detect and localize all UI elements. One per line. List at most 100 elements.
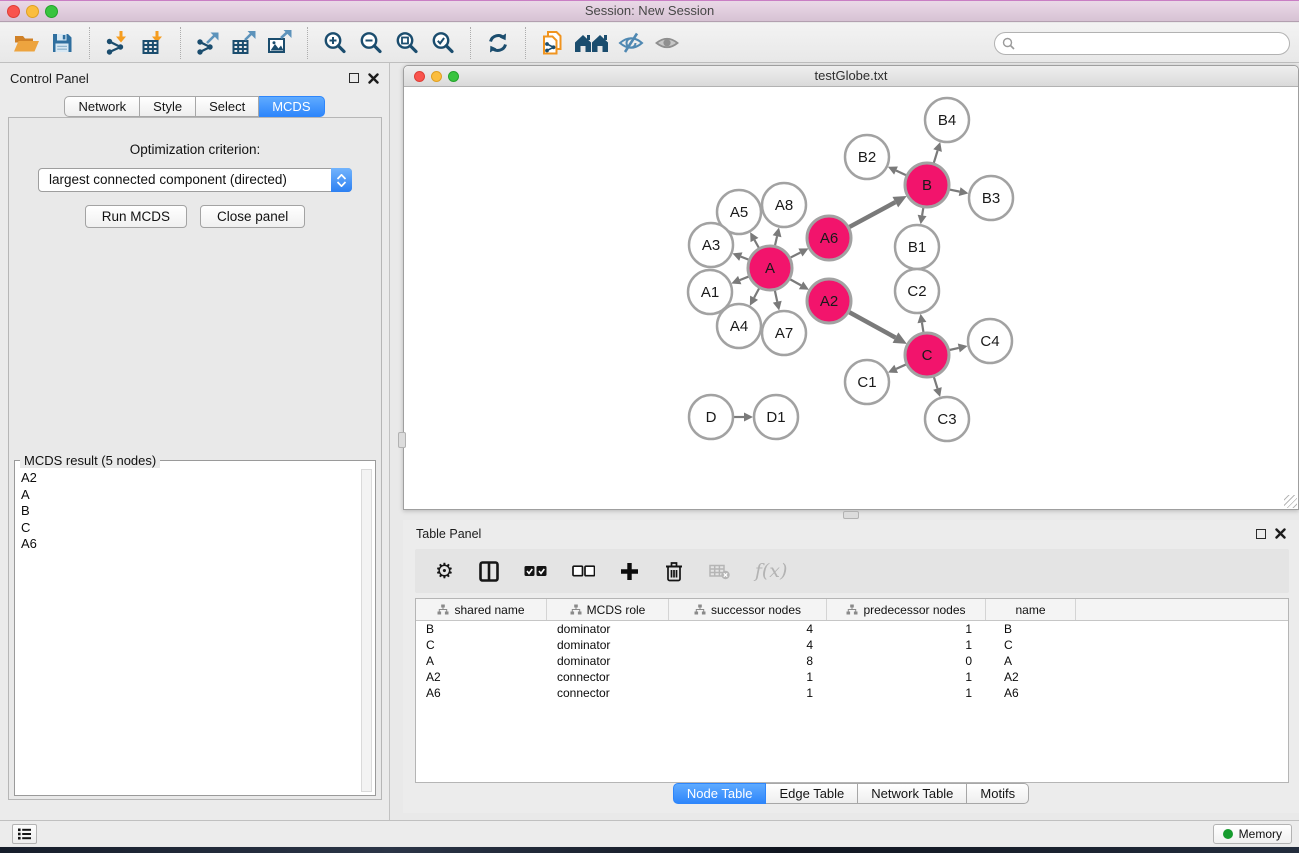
search-input[interactable]: [1019, 37, 1289, 51]
tab-mcds[interactable]: MCDS: [259, 96, 324, 117]
tab-network[interactable]: Network: [64, 96, 140, 117]
result-scrollbar[interactable]: [361, 469, 372, 792]
graph-node-A2[interactable]: A2: [807, 279, 851, 323]
cell-MCDS-role[interactable]: dominator: [547, 637, 669, 653]
mcds-result-item[interactable]: A: [18, 487, 359, 504]
zoom-fit-button[interactable]: [389, 26, 425, 60]
import-table-button[interactable]: [135, 26, 171, 60]
cell-successor-nodes[interactable]: 1: [669, 669, 827, 685]
graph-node-A6[interactable]: A6: [807, 216, 851, 260]
column-settings-button[interactable]: ⚙: [435, 561, 454, 582]
float-panel-icon[interactable]: [349, 73, 359, 83]
column-header-predecessor-nodes[interactable]: predecessor nodes: [827, 599, 986, 620]
network-window-titlebar[interactable]: testGlobe.txt: [404, 66, 1298, 87]
cell-predecessor-nodes[interactable]: 1: [827, 669, 986, 685]
column-header-MCDS-role[interactable]: MCDS role: [547, 599, 669, 620]
graph-node-B[interactable]: B: [905, 163, 949, 207]
column-header-successor-nodes[interactable]: successor nodes: [669, 599, 827, 620]
table-row[interactable]: Cdominator41C: [416, 637, 1288, 653]
cell-MCDS-role[interactable]: dominator: [547, 653, 669, 669]
cell-shared-name[interactable]: B: [416, 621, 547, 637]
network-canvas[interactable]: B4B2BB3A8A5A6A3B1AC2A1A2A4A7C4CC1C3DD1: [404, 88, 1297, 510]
splitter-handle-horizontal[interactable]: [843, 511, 859, 519]
cell-MCDS-role[interactable]: connector: [547, 669, 669, 685]
graph-node-B2[interactable]: B2: [845, 135, 889, 179]
window-resize-grip[interactable]: [1284, 495, 1297, 508]
tab-select[interactable]: Select: [196, 96, 259, 117]
tab-style[interactable]: Style: [140, 96, 196, 117]
graph-node-B1[interactable]: B1: [895, 225, 939, 269]
cell-name[interactable]: C: [986, 637, 1076, 653]
tab-edge-table[interactable]: Edge Table: [766, 783, 858, 804]
graph-node-D1[interactable]: D1: [754, 395, 798, 439]
zoom-selected-button[interactable]: [425, 26, 461, 60]
mcds-result-item[interactable]: A2: [18, 470, 359, 487]
tab-node-table[interactable]: Node Table: [673, 783, 767, 804]
network-close-button[interactable]: [414, 71, 425, 82]
cell-shared-name[interactable]: A2: [416, 669, 547, 685]
table-row[interactable]: Bdominator41B: [416, 621, 1288, 637]
graph-node-C3[interactable]: C3: [925, 397, 969, 441]
cell-successor-nodes[interactable]: 8: [669, 653, 827, 669]
cell-successor-nodes[interactable]: 4: [669, 621, 827, 637]
run-mcds-button[interactable]: Run MCDS: [85, 205, 187, 228]
cell-successor-nodes[interactable]: 1: [669, 685, 827, 701]
cell-name[interactable]: B: [986, 621, 1076, 637]
export-network-button[interactable]: [190, 26, 226, 60]
graph-node-A3[interactable]: A3: [689, 223, 733, 267]
cell-MCDS-role[interactable]: connector: [547, 685, 669, 701]
export-table-button[interactable]: [226, 26, 262, 60]
graph-node-C1[interactable]: C1: [845, 360, 889, 404]
cell-MCDS-role[interactable]: dominator: [547, 621, 669, 637]
tab-network-table[interactable]: Network Table: [858, 783, 967, 804]
column-header-shared-name[interactable]: shared name: [416, 599, 547, 620]
open-file-button[interactable]: [8, 26, 44, 60]
deselect-all-columns-button[interactable]: [572, 565, 595, 577]
save-session-button[interactable]: [44, 26, 80, 60]
new-network-from-selection-button[interactable]: [535, 26, 571, 60]
zoom-in-button[interactable]: [317, 26, 353, 60]
select-all-columns-button[interactable]: [524, 565, 547, 577]
column-header-name[interactable]: name: [986, 599, 1076, 620]
mcds-result-item[interactable]: A6: [18, 536, 359, 553]
cell-name[interactable]: A: [986, 653, 1076, 669]
cell-predecessor-nodes[interactable]: 1: [827, 637, 986, 653]
cell-name[interactable]: A2: [986, 669, 1076, 685]
table-row[interactable]: Adominator80A: [416, 653, 1288, 669]
graph-node-B3[interactable]: B3: [969, 176, 1013, 220]
table-row[interactable]: A6connector11A6: [416, 685, 1288, 701]
graph-node-A4[interactable]: A4: [717, 304, 761, 348]
export-image-button[interactable]: [262, 26, 298, 60]
cell-shared-name[interactable]: A6: [416, 685, 547, 701]
graph-node-A7[interactable]: A7: [762, 311, 806, 355]
show-welcome-screen-button[interactable]: [571, 26, 613, 60]
close-panel-button[interactable]: Close panel: [200, 205, 305, 228]
mcds-result-item[interactable]: C: [18, 520, 359, 537]
graph-node-B4[interactable]: B4: [925, 98, 969, 142]
graph-node-A8[interactable]: A8: [762, 183, 806, 227]
show-columns-button[interactable]: [479, 561, 499, 582]
cell-shared-name[interactable]: A: [416, 653, 547, 669]
memory-button[interactable]: Memory: [1213, 824, 1292, 844]
cell-name[interactable]: A6: [986, 685, 1076, 701]
graph-node-D[interactable]: D: [689, 395, 733, 439]
graph-node-C[interactable]: C: [905, 333, 949, 377]
network-maximize-button[interactable]: [448, 71, 459, 82]
delete-columns-button[interactable]: [664, 561, 684, 582]
graph-node-C2[interactable]: C2: [895, 269, 939, 313]
cell-successor-nodes[interactable]: 4: [669, 637, 827, 653]
cell-shared-name[interactable]: C: [416, 637, 547, 653]
minimize-window-button[interactable]: [26, 5, 39, 18]
tab-motifs[interactable]: Motifs: [967, 783, 1029, 804]
create-new-column-button[interactable]: [620, 562, 639, 581]
search-field[interactable]: [994, 32, 1290, 55]
cell-predecessor-nodes[interactable]: 0: [827, 653, 986, 669]
mcds-result-item[interactable]: B: [18, 503, 359, 520]
graph-node-C4[interactable]: C4: [968, 319, 1012, 363]
float-table-panel-icon[interactable]: [1256, 529, 1266, 539]
fullscreen-window-button[interactable]: [45, 5, 58, 18]
close-panel-icon[interactable]: [368, 73, 379, 84]
splitter-handle-vertical[interactable]: [398, 432, 406, 448]
task-history-button[interactable]: [12, 824, 37, 844]
close-table-panel-icon[interactable]: [1275, 528, 1286, 539]
